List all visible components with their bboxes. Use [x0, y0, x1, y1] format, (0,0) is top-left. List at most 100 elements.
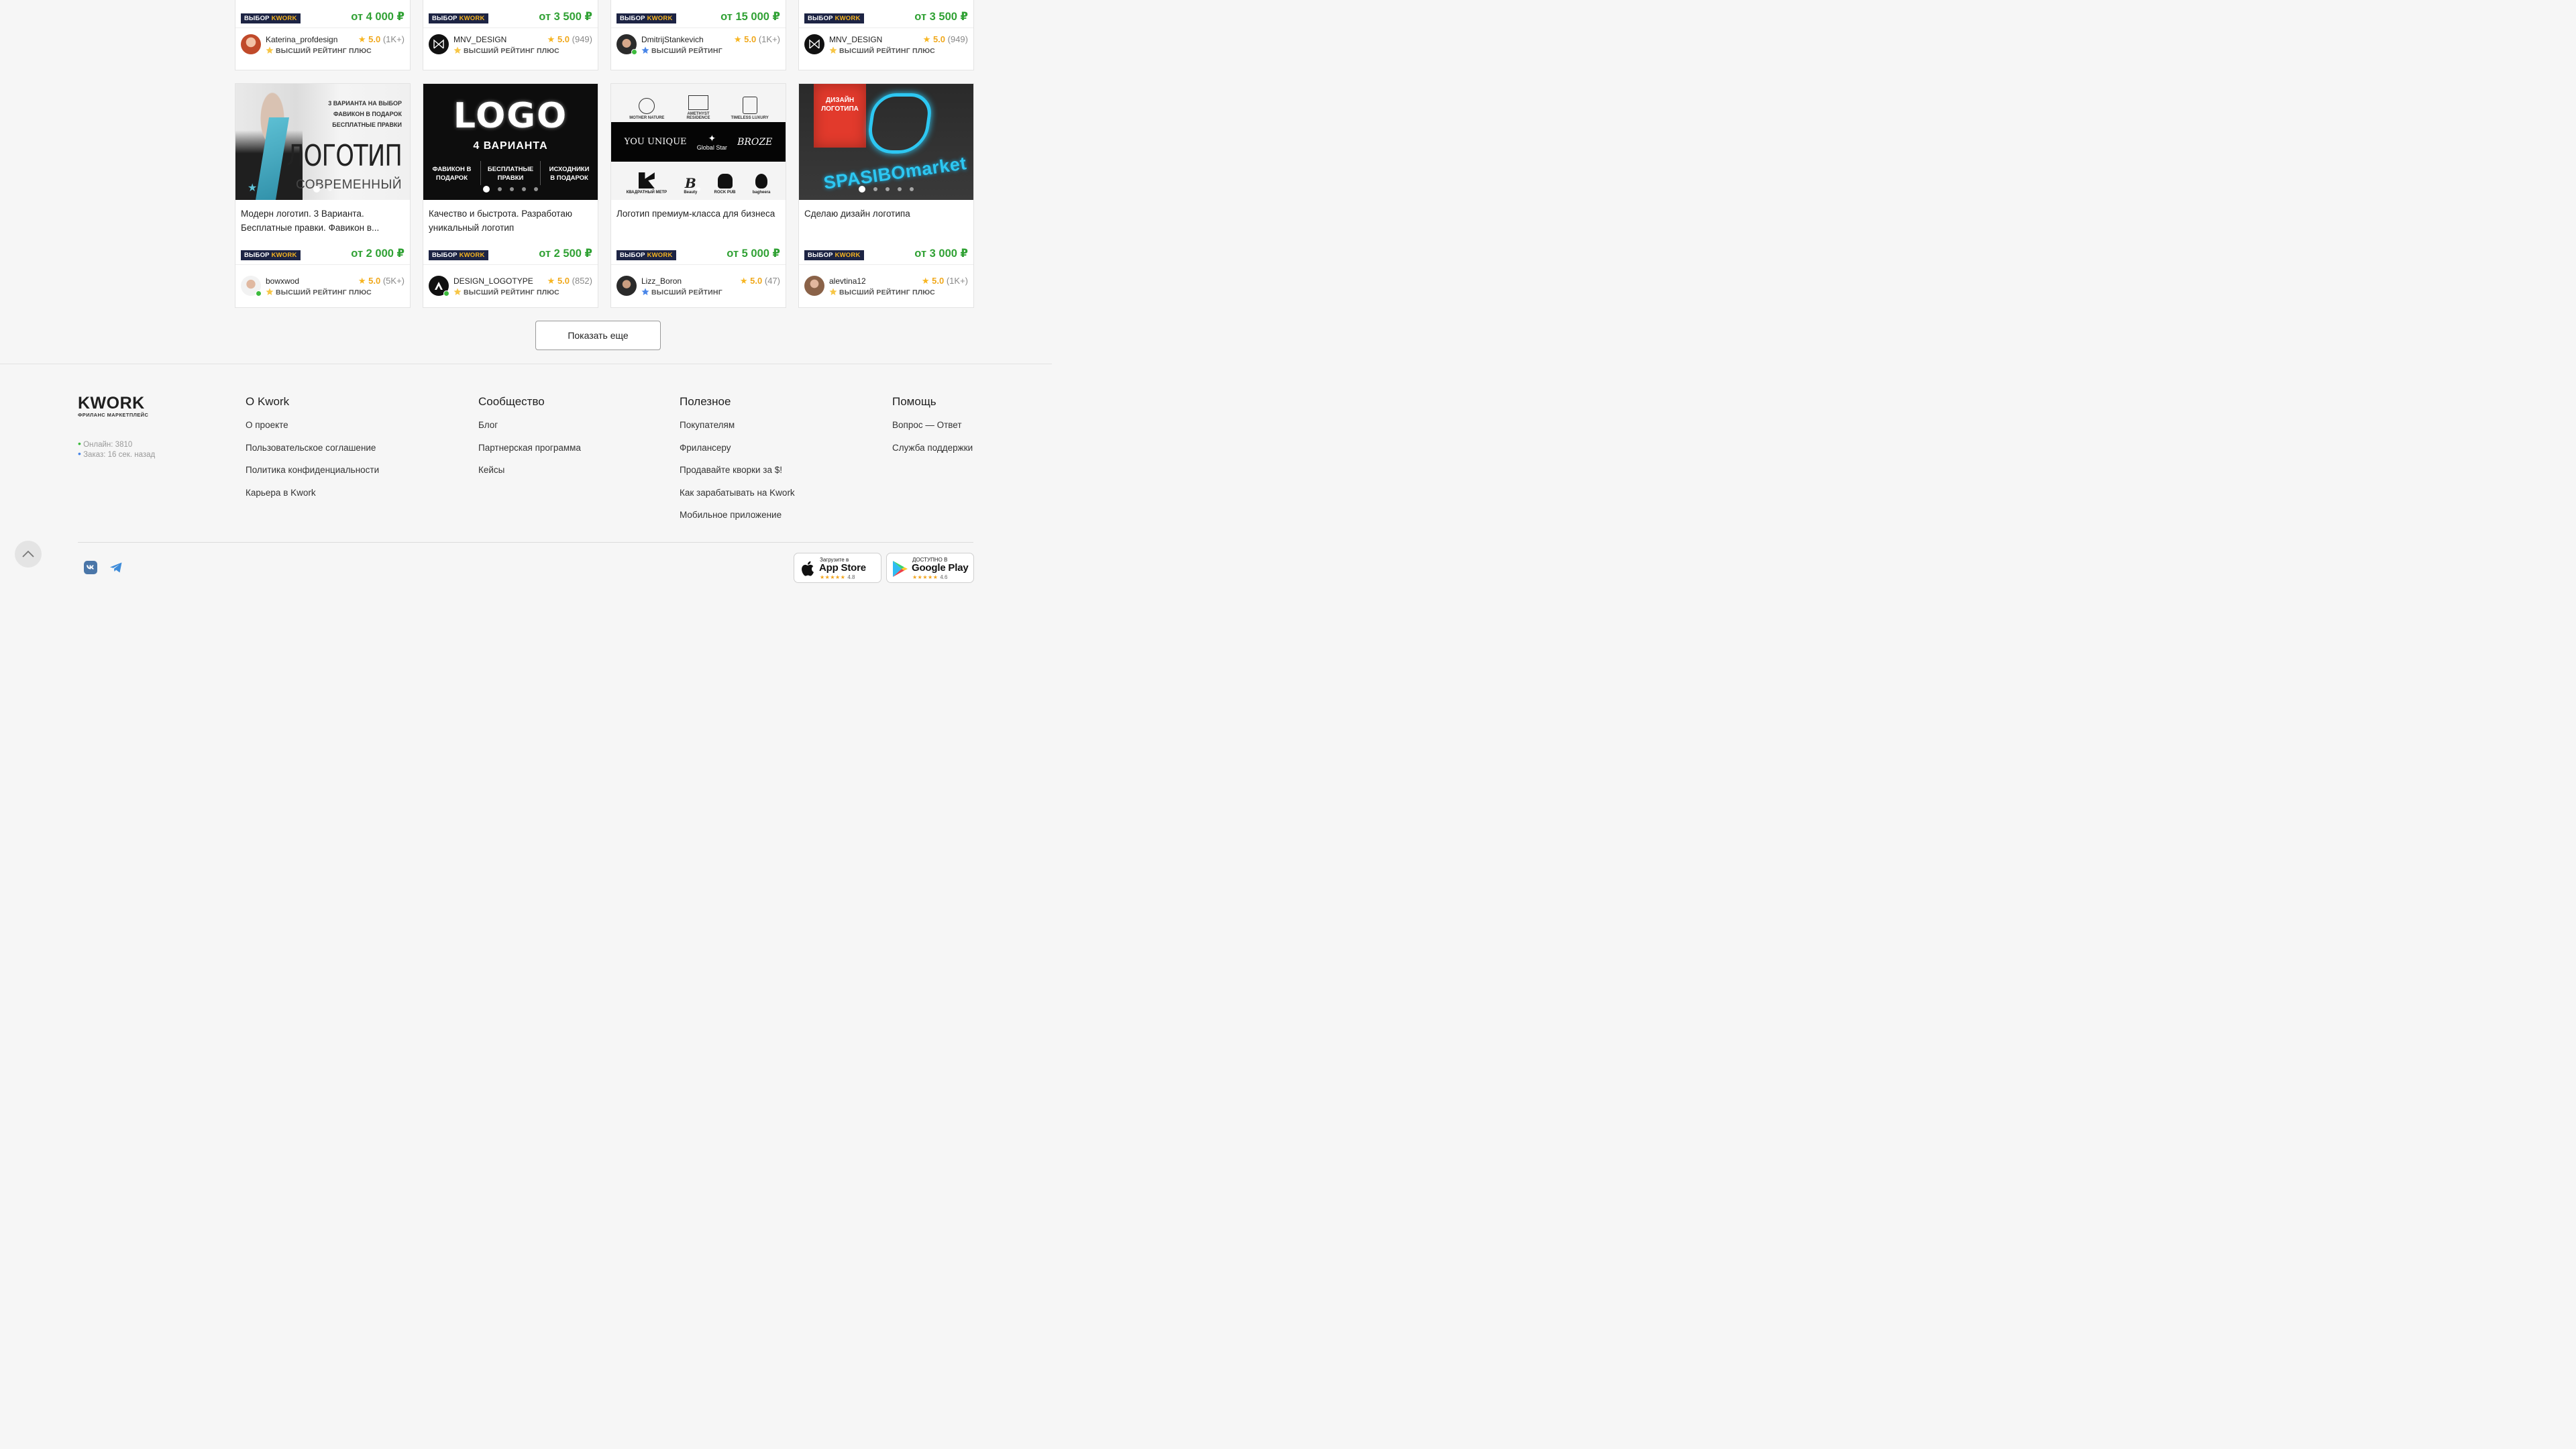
gig-image[interactable]: ★ 3 ВАРИАНТА НА ВЫБОР ФАВИКОН В ПОДАРОК … — [235, 84, 410, 200]
apple-icon — [802, 561, 814, 576]
online-indicator — [631, 49, 637, 55]
gig-card[interactable]: ВЫБОР KWORK от 3 500 ₽ MNV_DESIGN ★ 5.0 … — [798, 0, 974, 70]
carousel-dots[interactable] — [799, 182, 973, 195]
gig-card[interactable]: MOTHER NATURE AMETHYST RESIDENCE TIMELES… — [610, 83, 786, 308]
gig-price: от 2 500 ₽ — [539, 248, 592, 260]
footer-column-title: Полезное — [680, 395, 731, 408]
seller-name[interactable]: Katerina_profdesign — [266, 35, 337, 44]
level-badge-icon — [453, 288, 462, 295]
seller-avatar[interactable] — [429, 34, 449, 54]
online-indicator — [256, 290, 262, 297]
carousel-dots[interactable] — [235, 182, 410, 195]
gig-card[interactable]: ★ 3 ВАРИАНТА НА ВЫБОР ФАВИКОН В ПОДАРОК … — [235, 83, 411, 308]
star-icon: ★ — [921, 276, 930, 286]
footer-link[interactable]: Служба поддержки — [892, 441, 973, 464]
online-indicator — [443, 290, 449, 297]
level-badge-icon — [829, 46, 837, 54]
google-play-button[interactable]: ДОСТУПНО В Google Play ★★★★★ 4.6 — [886, 553, 974, 583]
scroll-to-top-button[interactable] — [15, 541, 42, 568]
gig-card[interactable]: ВЫБОР KWORK от 15 000 ₽ DmitrijStankevic… — [610, 0, 786, 70]
star-icon: ★ — [547, 276, 555, 286]
star-icon: ★ — [739, 276, 748, 286]
gig-price: от 15 000 ₽ — [720, 11, 780, 23]
footer: KWORK ФРИЛАНС МАРКЕТПЛЕЙС • Онлайн: 3810… — [0, 364, 1052, 592]
seller-avatar[interactable] — [616, 34, 637, 55]
seller-level: ВЫСШИЙ РЕЙТИНГ ПЛЮС — [266, 288, 372, 297]
level-badge-icon — [453, 46, 462, 54]
footer-column-about: О Kwork О проекте Пользовательское согла… — [246, 395, 379, 508]
footer-column-title: Сообщество — [478, 395, 545, 408]
seller-avatar[interactable] — [804, 276, 824, 296]
seller-avatar[interactable] — [804, 34, 824, 54]
footer-link[interactable]: Вопрос — Ответ — [892, 419, 973, 441]
seller-name[interactable]: MNV_DESIGN — [829, 35, 882, 44]
footer-link[interactable]: О проекте — [246, 419, 379, 441]
seller-name[interactable]: DESIGN_LOGOTYPE — [453, 276, 533, 286]
gig-card[interactable]: ВЫБОР KWORK от 3 500 ₽ MNV_DESIGN ★ 5.0 … — [423, 0, 598, 70]
star-icon: ★ — [733, 34, 742, 44]
seller-rating: ★ 5.0 (5K+) — [358, 276, 405, 286]
footer-link[interactable]: Карьера в Kwork — [246, 486, 379, 509]
gig-card[interactable]: LOGO 4 ВАРИАНТА ФАВИКОН В ПОДАРОК БЕСПЛА… — [423, 83, 598, 308]
seller-rating: ★ 5.0 (47) — [739, 276, 780, 286]
gig-price: от 2 000 ₽ — [351, 248, 405, 260]
footer-link[interactable]: Мобильное приложение — [680, 508, 795, 531]
kwork-choice-badge: ВЫБОР KWORK — [616, 13, 676, 23]
seller-name[interactable]: MNV_DESIGN — [453, 35, 506, 44]
seller-name[interactable]: Lizz_Boron — [641, 276, 682, 286]
footer-link[interactable]: Продавайте кворки за $! — [680, 464, 795, 486]
footer-link[interactable]: Блог — [478, 419, 581, 441]
kwork-choice-badge: ВЫБОР KWORK — [616, 250, 676, 260]
seller-level: ВЫСШИЙ РЕЙТИНГ ПЛЮС — [453, 46, 559, 55]
seller-rating: ★ 5.0 (949) — [547, 34, 592, 44]
kwork-choice-badge: ВЫБОР KWORK — [804, 250, 864, 260]
vk-icon[interactable] — [83, 560, 98, 575]
kwork-logo[interactable]: KWORK ФРИЛАНС МАРКЕТПЛЕЙС — [78, 395, 148, 419]
seller-avatar[interactable] — [616, 276, 637, 296]
gig-title[interactable]: Качество и быстрота. Разработаю уникальн… — [429, 207, 592, 235]
gig-image[interactable]: ДИЗАЙН ЛОГОТИПА SPASIBOmarket — [799, 84, 973, 200]
seller-level: ВЫСШИЙ РЕЙТИНГ ПЛЮС — [266, 46, 372, 55]
gig-title[interactable]: Логотип премиум-класса для бизнеса — [616, 207, 780, 221]
last-order: • Заказ: 16 сек. назад — [78, 448, 156, 459]
seller-name[interactable]: bowxwod — [266, 276, 299, 286]
show-more-button[interactable]: Показать еще — [535, 321, 661, 350]
gig-image[interactable]: LOGO 4 ВАРИАНТА ФАВИКОН В ПОДАРОК БЕСПЛА… — [423, 84, 598, 200]
seller-avatar[interactable] — [241, 276, 262, 297]
carousel-dots[interactable] — [423, 182, 598, 195]
gig-price: от 3 000 ₽ — [914, 248, 968, 260]
seller-rating: ★ 5.0 (1K+) — [733, 34, 780, 44]
star-icon: ★ — [547, 34, 555, 44]
seller-level: ВЫСШИЙ РЕЙТИНГ ПЛЮС — [829, 288, 935, 297]
gig-card[interactable]: ВЫБОР KWORK от 4 000 ₽ Katerina_profdesi… — [235, 0, 411, 70]
seller-avatar[interactable] — [429, 276, 449, 297]
footer-link[interactable]: Кейсы — [478, 464, 581, 486]
level-badge-icon — [641, 288, 649, 295]
footer-link[interactable]: Политика конфиденциальности — [246, 464, 379, 486]
seller-name[interactable]: alevtina12 — [829, 276, 866, 286]
seller-avatar[interactable] — [241, 34, 261, 54]
gig-price: от 4 000 ₽ — [351, 11, 405, 23]
kwork-choice-badge: ВЫБОР KWORK — [241, 250, 301, 260]
footer-link[interactable]: Покупателям — [680, 419, 795, 441]
seller-level: ВЫСШИЙ РЕЙТИНГ — [641, 288, 722, 297]
gig-price: от 3 500 ₽ — [914, 11, 968, 23]
footer-link[interactable]: Фрилансеру — [680, 441, 795, 464]
footer-link[interactable]: Как зарабатывать на Kwork — [680, 486, 795, 509]
gig-price: от 3 500 ₽ — [539, 11, 592, 23]
kwork-choice-badge: ВЫБОР KWORK — [804, 13, 864, 23]
gig-title[interactable]: Сделаю дизайн логотипа — [804, 207, 968, 221]
footer-column-title: О Kwork — [246, 395, 290, 408]
footer-column-title: Помощь — [892, 395, 936, 408]
seller-level: ВЫСШИЙ РЕЙТИНГ ПЛЮС — [453, 288, 559, 297]
gig-card[interactable]: ДИЗАЙН ЛОГОТИПА SPASIBOmarket Сделаю диз… — [798, 83, 974, 308]
app-store-button[interactable]: Загрузите в App Store ★★★★★ 4.8 — [794, 553, 881, 583]
gig-title[interactable]: Модерн логотип. 3 Варианта. Бесплатные п… — [241, 207, 405, 235]
seller-name[interactable]: DmitrijStankevich — [641, 35, 704, 44]
telegram-icon[interactable] — [109, 560, 123, 575]
gig-image[interactable]: MOTHER NATURE AMETHYST RESIDENCE TIMELES… — [611, 84, 786, 200]
carousel-dots[interactable] — [611, 182, 786, 195]
footer-link[interactable]: Партнерская программа — [478, 441, 581, 464]
footer-link[interactable]: Пользовательское соглашение — [246, 441, 379, 464]
star-icon: ★ — [358, 276, 366, 286]
